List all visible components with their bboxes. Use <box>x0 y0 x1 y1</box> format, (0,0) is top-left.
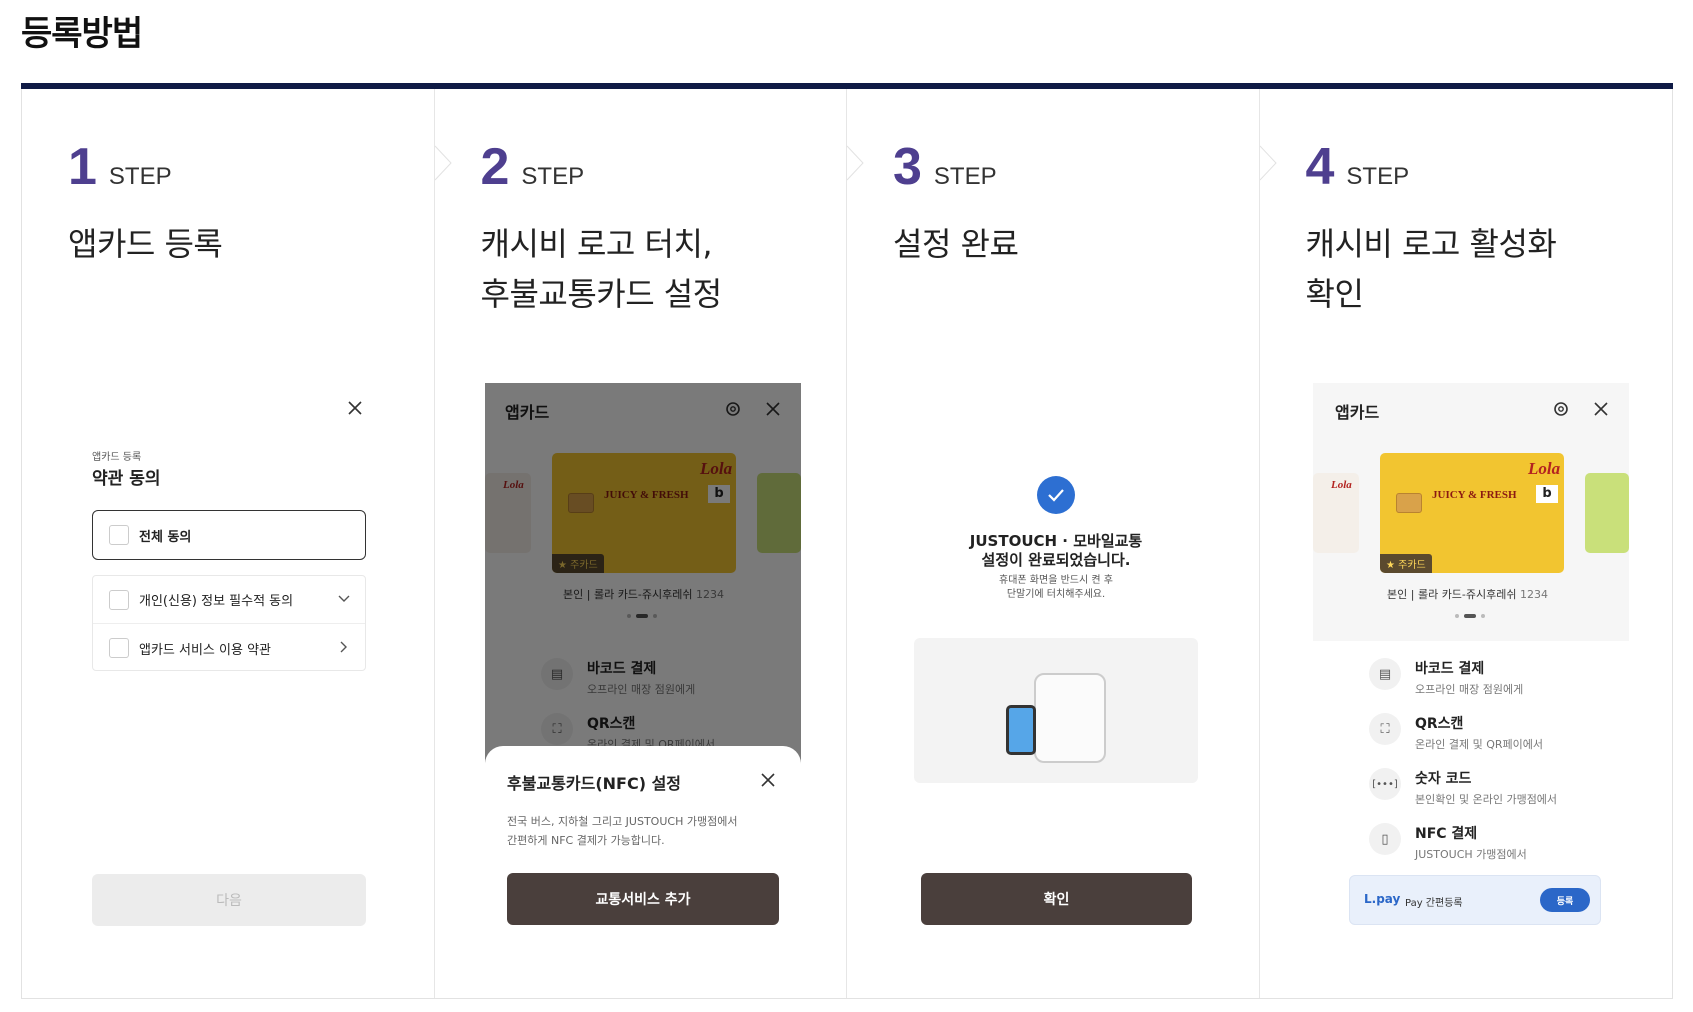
term-label: 앱카드 서비스 이용 약관 <box>139 642 271 658</box>
check-circle-icon <box>1037 476 1075 514</box>
step-title: 설정 완료 <box>893 219 1019 269</box>
close-icon[interactable] <box>1593 401 1609 417</box>
step-header: 4 STEP <box>1306 137 1410 197</box>
confirm-button[interactable]: 확인 <box>921 873 1192 925</box>
terms-list: 개인(신용) 정보 필수적 동의 앱카드 서비스 이용 약관 <box>92 575 366 671</box>
barcode-icon: ▤ <box>1369 658 1401 690</box>
card-thumbnail[interactable] <box>1585 473 1629 553</box>
owner-label: 본인 <box>1387 588 1408 601</box>
step-title-line: 캐시비 로고 활성화 <box>1305 225 1557 263</box>
terms-heading: 약관 동의 <box>92 469 161 489</box>
step-title: 캐시비 로고 터치, 후불교통카드 설정 <box>480 219 723 319</box>
sheet-title: 후불교통카드(NFC) 설정 <box>507 774 682 793</box>
screen-subtitle: 앱카드 등록 <box>92 452 142 463</box>
card-name: 롤라 카드-쥬시후레쉬 <box>1417 588 1517 601</box>
step-label: STEP <box>108 163 172 190</box>
terminal-icon <box>1034 673 1106 763</box>
lpay-text: Pay 간편등록 <box>1405 898 1463 909</box>
menu-qr-scan[interactable]: ⛶ QR스캔온라인 결제 및 QR페이에서 <box>1369 713 1543 752</box>
lpay-logo: L.pay <box>1364 892 1401 906</box>
menu-title: NFC 결제 <box>1415 826 1478 842</box>
card-thumbnail[interactable]: Lola <box>1313 473 1359 553</box>
completion-title: JUSTOUCH · 모바일교통 설정이 완료되었습니다. <box>940 532 1172 570</box>
step-title-line: 앱카드 등록 <box>68 225 223 263</box>
sheet-desc-line: 전국 버스, 지하철 그리고 JUSTOUCH 가맹점에서 <box>507 815 738 828</box>
menu-title: QR스캔 <box>1415 716 1464 732</box>
checkbox[interactable] <box>109 589 129 610</box>
lpay-register-button[interactable]: 등록 <box>1540 888 1590 912</box>
completion-description: 휴대폰 화면을 반드시 켠 후 단말기에 터치해주세요. <box>940 574 1172 602</box>
completion-title-line: 설정이 완료되었습니다. <box>981 551 1131 569</box>
chevron-down-icon[interactable] <box>337 592 351 606</box>
gear-icon[interactable] <box>1551 399 1571 419</box>
term-label: 개인(신용) 정보 필수적 동의 <box>139 594 294 609</box>
step-header: 1 STEP <box>68 137 172 197</box>
term-item[interactable]: 개인(신용) 정보 필수적 동의 <box>93 576 365 624</box>
menu-desc: 온라인 결제 및 QR페이에서 <box>1415 738 1543 751</box>
close-icon[interactable] <box>347 400 363 416</box>
completion-desc-line: 단말기에 터치해주세요. <box>1006 589 1106 600</box>
agree-all-checkbox[interactable]: 전체 동의 <box>92 510 366 560</box>
menu-desc: 본인확인 및 온라인 가맹점에서 <box>1415 793 1558 806</box>
step-title: 캐시비 로고 활성화 확인 <box>1306 219 1557 319</box>
chevron-right-icon[interactable] <box>337 640 351 654</box>
step-label: STEP <box>521 163 585 190</box>
step-number: 1 <box>68 138 97 196</box>
carousel-dots <box>1455 614 1485 618</box>
checkbox[interactable] <box>109 525 129 545</box>
add-transit-service-button[interactable]: 교통서비스 추가 <box>507 873 779 925</box>
close-icon[interactable] <box>760 772 776 788</box>
card-owner-info: 본인 | 롤라 카드-쥬시후레쉬 1234 <box>1387 588 1548 601</box>
appcard-title: 앱카드 <box>1335 403 1380 422</box>
step-header: 2 STEP <box>481 137 585 197</box>
step-label: STEP <box>1346 163 1410 190</box>
sheet-description: 전국 버스, 지하철 그리고 JUSTOUCH 가맹점에서 간편하게 NFC 결… <box>507 812 737 850</box>
main-card-badge: ★ 주카드 <box>1380 554 1432 573</box>
cashbee-logo-icon[interactable]: b <box>1536 485 1558 503</box>
completion-title-line: JUSTOUCH · 모바일교통 <box>969 532 1143 550</box>
menu-title: 숫자 코드 <box>1415 771 1472 787</box>
main-card[interactable]: Lola JUICY & FRESH b ★ 주카드 <box>1380 453 1564 573</box>
step-label: STEP <box>933 163 997 190</box>
page-title: 등록방법 <box>21 14 143 54</box>
card-brand: Lola <box>1528 459 1561 478</box>
menu-barcode[interactable]: ▤ 바코드 결제오프라인 매장 점원에게 <box>1369 658 1523 697</box>
menu-desc: JUSTOUCH 가맹점에서 <box>1415 848 1527 861</box>
next-button[interactable]: 다음 <box>92 874 366 926</box>
step-title-line: 확인 <box>1305 275 1364 313</box>
menu-nfc[interactable]: ▯ NFC 결제 JUSTOUCH 가맹점에서 <box>1369 823 1527 862</box>
qr-scan-icon: ⛶ <box>1369 713 1401 745</box>
lpay-banner[interactable]: L.pay Pay 간편등록 등록 <box>1349 875 1601 925</box>
step-number: 2 <box>480 138 510 196</box>
step-title-line: 설정 완료 <box>893 225 1019 263</box>
step-number: 4 <box>1305 138 1335 196</box>
chevron-right-icon <box>846 145 864 181</box>
step-title-line: 캐시비 로고 터치, <box>480 225 713 263</box>
step-header: 3 STEP <box>893 137 997 197</box>
agree-all-label: 전체 동의 <box>139 529 192 545</box>
card-brand: Lola <box>1331 479 1352 491</box>
number-code-icon: [•••] <box>1369 768 1401 800</box>
chevron-right-icon <box>1259 145 1277 181</box>
card-art-text: JUICY & FRESH <box>1432 489 1517 501</box>
nfc-icon: ▯ <box>1369 823 1401 855</box>
chevron-right-icon <box>434 145 452 181</box>
tap-terminal-illustration <box>914 638 1198 783</box>
card-last4: 1234 <box>1520 588 1548 601</box>
menu-number-code[interactable]: [•••] 숫자 코드본인확인 및 온라인 가맹점에서 <box>1369 768 1557 807</box>
step-number: 3 <box>893 138 922 196</box>
completion-desc-line: 휴대폰 화면을 반드시 켠 후 <box>999 575 1113 586</box>
term-item[interactable]: 앱카드 서비스 이용 약관 <box>93 624 365 672</box>
step-title: 앱카드 등록 <box>68 219 223 269</box>
phone-icon <box>1006 705 1036 755</box>
checkbox[interactable] <box>109 638 129 658</box>
menu-desc: 오프라인 매장 점원에게 <box>1415 683 1524 696</box>
appcard-screen: 앱카드 Lola Lola JUICY & FRESH b ★ 주카드 본인 |… <box>1313 383 1629 641</box>
step-title-line: 후불교통카드 설정 <box>480 275 723 313</box>
sheet-desc-line: 간편하게 NFC 결제가 가능합니다. <box>507 834 665 847</box>
menu-title: 바코드 결제 <box>1415 661 1485 677</box>
chip-icon <box>1396 493 1422 513</box>
